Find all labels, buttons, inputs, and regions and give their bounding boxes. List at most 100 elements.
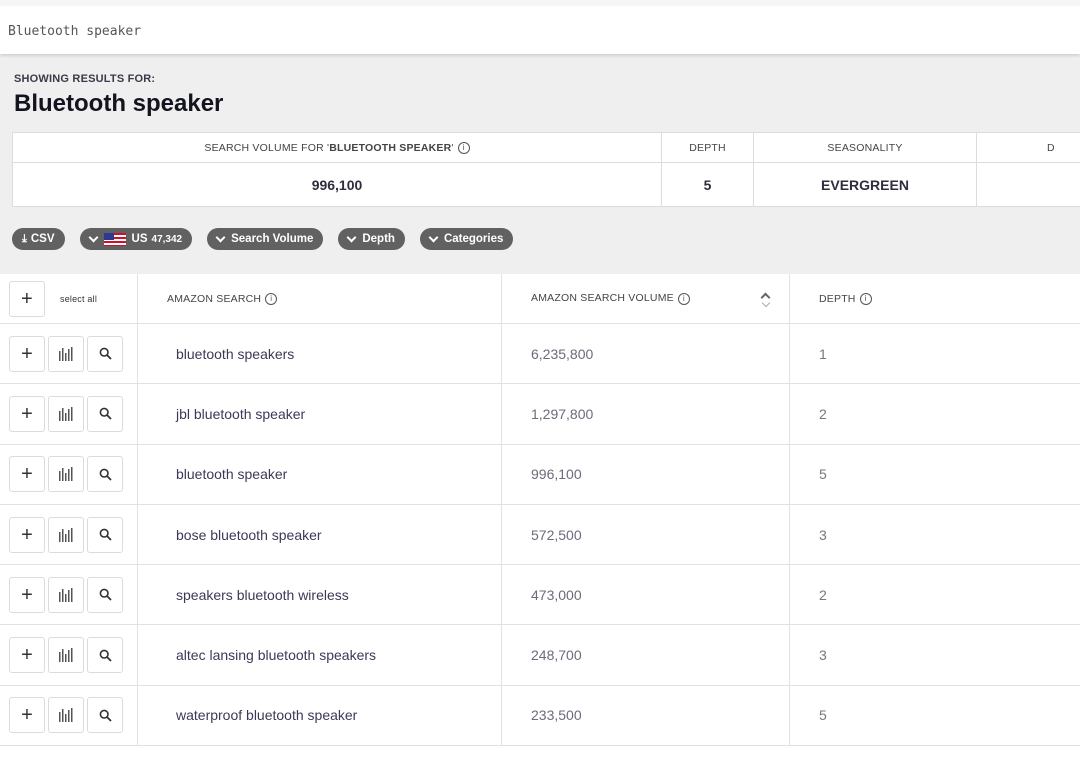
- categories-filter[interactable]: Categories: [419, 228, 514, 250]
- search-icon: [99, 528, 112, 541]
- keyword-term[interactable]: jbl bluetooth speaker: [138, 384, 502, 444]
- add-keyword-button[interactable]: +: [9, 516, 45, 553]
- search-volume-filter[interactable]: Search Volume: [207, 228, 324, 250]
- search-keyword-button[interactable]: [87, 335, 123, 372]
- chart-button[interactable]: [48, 576, 84, 613]
- keyword-volume: 233,500: [502, 685, 790, 746]
- showing-results-label: SHOWING RESULTS FOR:: [14, 73, 156, 85]
- country-filter[interactable]: US 47,342: [79, 228, 193, 250]
- search-keyword-button[interactable]: [87, 576, 123, 613]
- summary-table: SEARCH VOLUME FOR ' BLUETOOTH SPEAKER ' i …: [12, 132, 1080, 207]
- keyword-term[interactable]: bluetooth speaker: [138, 444, 502, 504]
- table-row: + bluetooth speakers 6,235,800 1: [0, 324, 1080, 385]
- keyword-depth: 2: [819, 405, 827, 422]
- keyword-volume: 996,100: [502, 444, 790, 504]
- keyword-depth: 1: [819, 345, 827, 362]
- column-header-search: AMAZON SEARCH i: [138, 274, 502, 323]
- search-icon: [99, 468, 112, 481]
- page-title: Bluetooth speaker: [14, 90, 224, 117]
- search-volume-header: SEARCH VOLUME FOR ' BLUETOOTH SPEAKER ' i: [13, 133, 662, 163]
- bar-chart-icon: [59, 346, 73, 361]
- depth-header: DEPTH: [662, 133, 754, 163]
- search-keyword-button[interactable]: [87, 395, 123, 432]
- add-keyword-button[interactable]: +: [9, 576, 45, 613]
- keyword-volume: 1,297,800: [502, 384, 790, 444]
- select-all-label[interactable]: select all: [60, 294, 97, 304]
- keyword-term[interactable]: altec lansing bluetooth speakers: [138, 625, 502, 685]
- us-flag-icon: [103, 232, 126, 246]
- search-icon: [99, 347, 112, 360]
- bar-chart-icon: [59, 406, 73, 421]
- search-icon: [99, 588, 112, 601]
- depth-filter[interactable]: Depth: [338, 228, 405, 250]
- info-icon[interactable]: i: [677, 293, 690, 305]
- table-row: + waterproof bluetooth speaker 233,500 5: [0, 685, 1080, 747]
- search-keyword-button[interactable]: [87, 516, 123, 553]
- keyword-table: + select all AMAZON SEARCH i AMAZON SEAR…: [0, 274, 1080, 747]
- filter-bar: ⤓ CSV US 47,342 Search Volume Depth Cate…: [12, 228, 514, 250]
- keyword-volume: 473,000: [502, 565, 790, 625]
- seasonality-header: SEASONALITY: [754, 133, 977, 163]
- search-keyword-button[interactable]: [87, 637, 123, 674]
- bar-chart-icon: [59, 467, 73, 482]
- keyword-volume: 6,235,800: [502, 324, 790, 384]
- table-row: + jbl bluetooth speaker 1,297,800 2: [0, 384, 1080, 445]
- truncated-header: D: [977, 133, 1080, 163]
- info-icon[interactable]: i: [265, 292, 278, 305]
- keyword-volume: 572,500: [502, 504, 790, 565]
- keyword-term[interactable]: waterproof bluetooth speaker: [138, 685, 502, 746]
- add-keyword-button[interactable]: +: [9, 456, 45, 493]
- search-keyword-button[interactable]: [87, 456, 123, 493]
- column-header-volume[interactable]: AMAZON SEARCH VOLUME i: [502, 274, 790, 323]
- bar-chart-icon: [59, 708, 73, 723]
- column-header-depth: DEPTH i: [790, 274, 1080, 323]
- keyword-depth: 3: [819, 526, 827, 543]
- chevron-down-icon: [346, 232, 357, 242]
- keyword-term[interactable]: speakers bluetooth wireless: [138, 565, 502, 625]
- info-icon[interactable]: i: [859, 292, 872, 305]
- chart-button[interactable]: [48, 456, 84, 493]
- chart-button[interactable]: [48, 697, 84, 734]
- keyword-volume: 248,700: [502, 625, 790, 685]
- chart-button[interactable]: [48, 335, 84, 372]
- keyword-term[interactable]: bluetooth speakers: [138, 324, 502, 384]
- add-keyword-button[interactable]: +: [9, 697, 45, 734]
- sort-icon[interactable]: [760, 291, 771, 308]
- search-bar: [0, 0, 1080, 54]
- chart-button[interactable]: [48, 395, 84, 432]
- results-panel: SHOWING RESULTS FOR: Bluetooth speaker S…: [0, 54, 1080, 274]
- table-row: + bluetooth speaker 996,100 5: [0, 444, 1080, 505]
- csv-export-button[interactable]: ⤓ CSV: [12, 228, 65, 250]
- depth-value: 5: [662, 163, 754, 207]
- truncated-value: [977, 163, 1080, 207]
- bar-chart-icon: [59, 587, 73, 602]
- table-header-row: + select all AMAZON SEARCH i AMAZON SEAR…: [0, 274, 1080, 324]
- keyword-depth: 2: [819, 586, 827, 603]
- seasonality-value: EVERGREEN: [754, 163, 977, 207]
- search-icon: [99, 709, 112, 722]
- chart-button[interactable]: [48, 637, 84, 674]
- table-row: + bose bluetooth speaker 572,500 3: [0, 504, 1080, 566]
- table-row: + speakers bluetooth wireless 473,000 2: [0, 565, 1080, 626]
- select-all-button[interactable]: +: [9, 280, 45, 317]
- add-keyword-button[interactable]: +: [9, 637, 45, 674]
- chevron-down-icon: [215, 232, 226, 242]
- search-keyword-button[interactable]: [87, 697, 123, 734]
- search-icon: [99, 649, 112, 662]
- bar-chart-icon: [59, 648, 73, 663]
- add-keyword-button[interactable]: +: [9, 395, 45, 432]
- search-volume-value: 996,100: [13, 163, 662, 207]
- keyword-depth: 5: [819, 707, 827, 724]
- chart-button[interactable]: [48, 516, 84, 553]
- chevron-down-icon: [88, 232, 98, 242]
- keyword-depth: 3: [819, 647, 827, 664]
- keyword-depth: 5: [819, 466, 827, 483]
- info-icon[interactable]: i: [457, 141, 470, 154]
- search-icon: [99, 408, 112, 421]
- download-icon: ⤓: [22, 232, 27, 245]
- bar-chart-icon: [59, 527, 73, 542]
- search-input[interactable]: [8, 20, 608, 42]
- chevron-down-icon: [428, 232, 439, 242]
- keyword-term[interactable]: bose bluetooth speaker: [138, 504, 502, 565]
- add-keyword-button[interactable]: +: [9, 335, 45, 372]
